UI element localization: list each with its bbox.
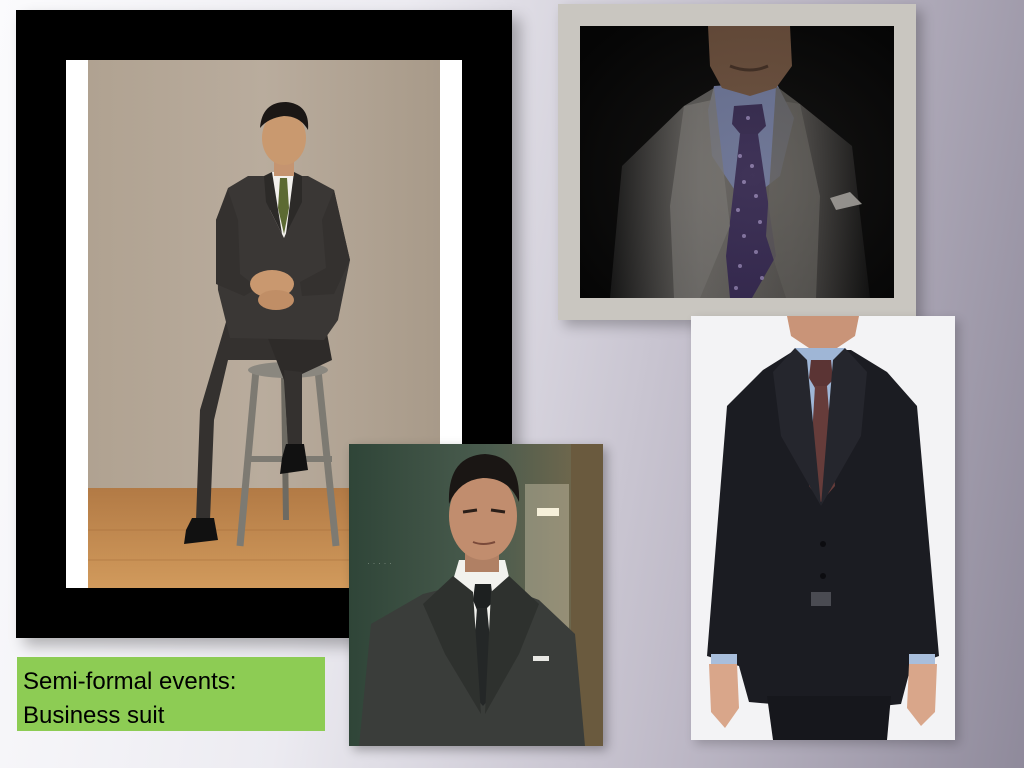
photo-suit-closeup bbox=[580, 26, 894, 298]
caption-line-2: Business suit bbox=[23, 702, 165, 729]
caption-box: Semi-formal events: Business suit bbox=[17, 657, 325, 731]
photo-office-man: · · · · · bbox=[349, 444, 603, 746]
svg-text:· · · · ·: · · · · · bbox=[367, 558, 392, 568]
caption-line-1: Semi-formal events: bbox=[23, 668, 237, 695]
photo-frame-grey bbox=[558, 4, 916, 320]
photo-standing-man bbox=[691, 316, 955, 740]
